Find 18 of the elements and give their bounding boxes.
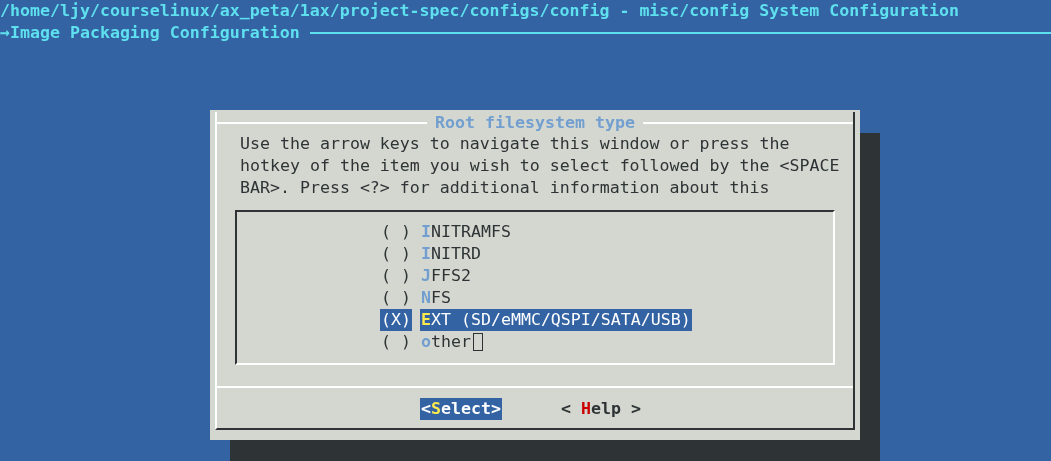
dialog-button[interactable]: < Help > (559, 398, 642, 420)
breadcrumb: →Image Packaging Configuration (0, 22, 300, 44)
path-title: /home/ljy/courselinux/ax_peta/1ax/project-spec/configs/config - misc/config System Configuration (0, 0, 960, 22)
option-label[interactable]: EXT (SD/eMMC/QSPI/SATA/USB) (420, 309, 692, 331)
instructions-text: Use the arrow keys to navigate this window or press the hotkey of the item you wish to select followed by the <SPACE BAR>. Press <?> for additional information about this (240, 133, 840, 199)
option-label[interactable]: NFS (420, 287, 452, 309)
radio-mark[interactable]: ( ) (380, 331, 412, 353)
radio-mark[interactable]: (X) (380, 309, 412, 331)
option-label[interactable]: JFFS2 (420, 265, 472, 287)
radio-mark[interactable]: ( ) (380, 265, 412, 287)
radio-mark[interactable]: ( ) (380, 243, 412, 265)
radio-mark[interactable]: ( ) (380, 221, 412, 243)
option-label[interactable]: INITRD (420, 243, 482, 265)
option-label[interactable]: other (420, 331, 472, 353)
dialog-title: Root filesystem type (434, 112, 636, 134)
radio-mark[interactable]: ( ) (380, 287, 412, 309)
dialog-button[interactable]: <Select> (420, 398, 502, 420)
option-label[interactable]: INITRAMFS (420, 221, 512, 243)
